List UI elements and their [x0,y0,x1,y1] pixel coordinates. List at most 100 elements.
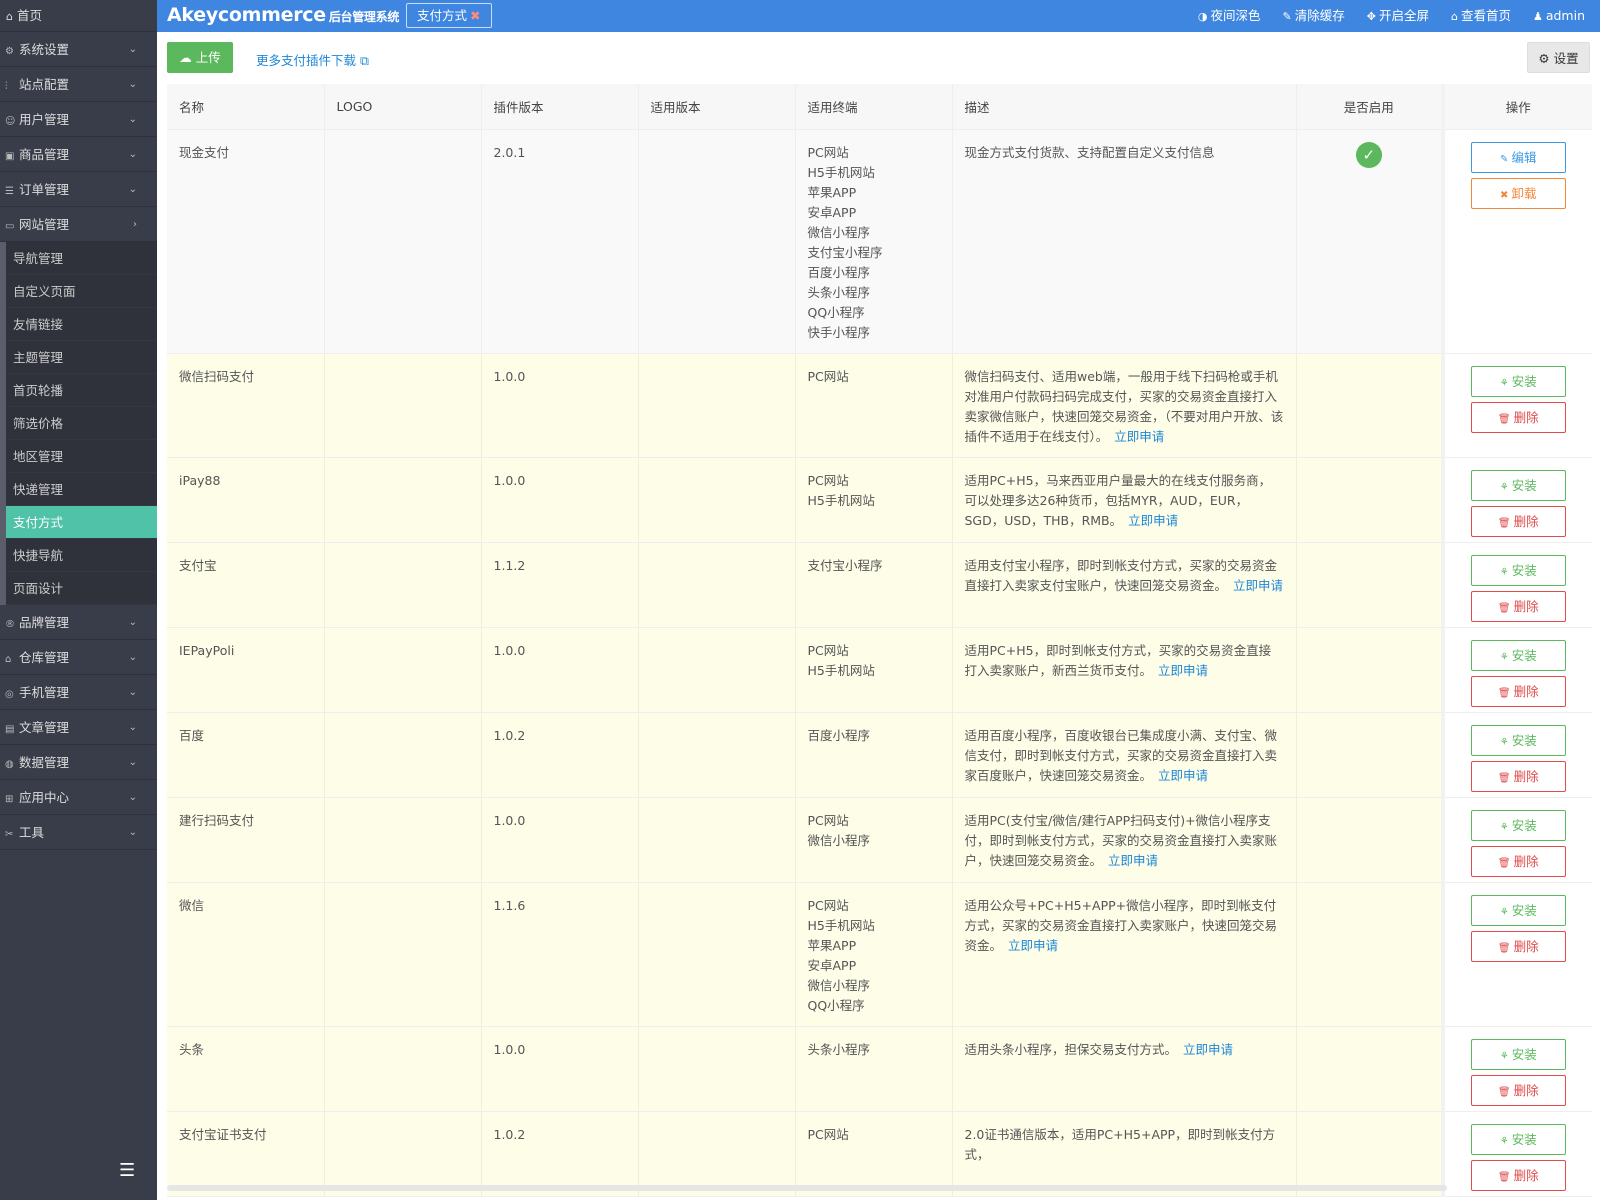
sidebar-item-apps[interactable]: ⊞ 应用中心 ⌄ [0,780,157,815]
sidebar: ⌂ 首页 ⚙ 系统设置 ⌄ ⫶ 站点配置 ⌄ ☺ 用户管理 ⌄ ▣ 商品管理 ⌄ ☰ 订单管理 ⌄ ▭ 网站管理… [0,0,157,1200]
brush-icon: ✎ [1282,10,1292,23]
sidebar-item-box[interactable]: ▣ 商品管理 ⌄ [0,137,157,172]
sidebar-subitem[interactable]: 快捷导航 [6,539,157,572]
more-plugins-link[interactable]: 更多支付插件下载 ⧉ [256,50,369,69]
delete-button[interactable]: 🗑 删除 [1470,1159,1566,1191]
apply-now-link[interactable]: 立即申请 [1158,768,1208,783]
sidebar-item-sliders[interactable]: ⫶ 站点配置 ⌄ [0,67,157,102]
sidebar-item-tools[interactable]: ✂ 工具 ⌄ [0,815,157,850]
sidebar-item-brand[interactable]: ® 品牌管理 ⌄ [0,605,157,640]
sidebar-subitem[interactable]: 友情链接 [6,308,157,341]
install-button[interactable]: ⚘ 安装 [1470,809,1566,841]
uninstall-button-label: 卸载 [1511,185,1537,201]
gear-icon: ⚙ [5,46,14,57]
plugin-name: 建行扫码支付 [167,797,325,883]
delete-button[interactable]: 🗑 删除 [1470,1074,1566,1106]
half-circle-icon: ◑ [1197,10,1208,23]
check-circle-icon[interactable]: ✓ [1355,141,1382,168]
horizontal-scrollbar[interactable] [167,1185,1447,1191]
apply-now-link[interactable]: 立即申请 [1008,938,1058,953]
apply-now-link[interactable]: 立即申请 [1108,853,1158,868]
chevron-down-icon: ⌄ [128,44,137,55]
header-link-home[interactable]: ⌂ 查看首页 [1451,0,1511,32]
install-button-label: 安装 [1511,477,1537,493]
home-icon: ⌂ [1450,10,1458,23]
edit-button[interactable]: ✎ 编辑 [1470,141,1566,173]
sidebar-subitem[interactable]: 支付方式 [6,506,157,539]
header-link-fullscreen[interactable]: ✥ 开启全屏 [1367,0,1429,32]
sidebar-item-website[interactable]: ▭ 网站管理 › [0,207,157,242]
install-button[interactable]: ⚘ 安装 [1470,1038,1566,1070]
sidebar-subitem[interactable]: 主题管理 [6,341,157,374]
sidebar-item-list[interactable]: ☰ 订单管理 ⌄ [0,172,157,207]
delete-button[interactable]: 🗑 删除 [1470,930,1566,962]
plugin-terminals: PC网站 H5手机网站 [795,627,953,713]
cubes-icon: ⚘ [1499,481,1509,493]
sidebar-item-gear[interactable]: ⚙ 系统设置 ⌄ [0,32,157,67]
brand-icon: ® [5,619,15,630]
external-link-icon: ⧉ [360,53,369,68]
header-link-brush[interactable]: ✎ 清除缓存 [1282,0,1344,32]
plugin-version: 2.0.1 [481,129,639,354]
plugin-logo [324,457,482,543]
sidebar-item-warehouse[interactable]: ⌂ 仓库管理 ⌄ [0,640,157,675]
install-button[interactable]: ⚘ 安装 [1470,469,1566,501]
sidebar-item-mobile[interactable]: ◎ 手机管理 ⌄ [0,675,157,710]
sidebar-item-article[interactable]: ▤ 文章管理 ⌄ [0,710,157,745]
delete-button[interactable]: 🗑 删除 [1470,675,1566,707]
delete-button[interactable]: 🗑 删除 [1470,760,1566,792]
apply-now-link[interactable]: 立即申请 [1114,429,1164,444]
install-button[interactable]: ⚘ 安装 [1470,365,1566,397]
install-button[interactable]: ⚘ 安装 [1470,894,1566,926]
settings-button[interactable]: ⚙ 设置 [1527,42,1590,73]
install-button[interactable]: ⚘ 安装 [1470,639,1566,671]
install-button[interactable]: ⚘ 安装 [1470,1123,1566,1155]
uninstall-button[interactable]: ✖ 卸载 [1470,177,1566,209]
cubes-icon: ⚘ [1499,736,1509,748]
delete-button-label: 删除 [1513,683,1539,699]
sidebar-subitem[interactable]: 筛选价格 [6,407,157,440]
collapse-menu-icon[interactable]: ☰ [119,1162,139,1180]
enabled-status [1296,457,1444,543]
sidebar-subitem[interactable]: 自定义页面 [6,275,157,308]
plugin-description: 适用PC+H5，即时到帐支付方式，买家的交易资金直接打入卖家账户，新西兰货币支付… [952,627,1297,713]
sidebar-item-user[interactable]: ☺ 用户管理 ⌄ [0,102,157,137]
table-row: 支付宝 1.1.2 支付宝小程序 适用支付宝小程序，即时到帐支付方式，买家的交易资金直… [167,542,1592,628]
terminal-item: 百度小程序 [807,264,871,280]
install-button-label: 安装 [1511,647,1537,663]
install-button[interactable]: ⚘ 安装 [1470,554,1566,586]
header-link-label: admin [1545,8,1585,23]
sidebar-subitem[interactable]: 地区管理 [6,440,157,473]
column-header: 适用版本 [638,84,796,130]
install-button[interactable]: ⚘ 安装 [1470,724,1566,756]
sidebar-subitem[interactable]: 页面设计 [6,572,157,605]
header-link-half-circle[interactable]: ◑ 夜间深色 [1198,0,1261,32]
gear-icon: ⚙ [1538,51,1550,66]
header-link-user[interactable]: ♟ admin [1533,0,1585,32]
description-text: 适用百度小程序，百度收银台已集成度小满、支付宝、微信支付，即时到帐支付方式，买家… [964,727,1278,783]
apply-now-link[interactable]: 立即申请 [1158,663,1208,678]
delete-button[interactable]: 🗑 删除 [1470,401,1566,433]
delete-button[interactable]: 🗑 删除 [1470,845,1566,877]
sidebar-item-database[interactable]: ◍ 数据管理 ⌄ [0,745,157,780]
plugin-description: 适用头条小程序，担保交易支付方式。 立即申请 [952,1026,1297,1112]
trash-icon: 🗑 [1497,1171,1511,1183]
brand-logo[interactable]: Akeycommerce 后台管理系统 [167,4,399,26]
apply-now-link[interactable]: 立即申请 [1128,513,1178,528]
terminal-item: 苹果APP [807,937,857,953]
upload-button[interactable]: ☁ 上传 [167,42,233,73]
sidebar-subitem[interactable]: 首页轮播 [6,374,157,407]
delete-button[interactable]: 🗑 删除 [1470,590,1566,622]
apply-now-link[interactable]: 立即申请 [1233,578,1283,593]
sidebar-subitem[interactable]: 快递管理 [6,473,157,506]
enabled-status [1296,712,1444,798]
delete-button[interactable]: 🗑 删除 [1470,505,1566,537]
sidebar-home[interactable]: ⌂ 首页 [0,0,157,32]
header-link-label: 开启全屏 [1378,8,1429,23]
tab-payment-methods[interactable]: 支付方式 ✖ [406,3,492,28]
close-icon[interactable]: ✖ [470,8,480,23]
apply-now-link[interactable]: 立即申请 [1183,1042,1233,1057]
sidebar-subitem[interactable]: 导航管理 [6,242,157,275]
sidebar-item-label: 文章管理 [19,720,70,735]
plugin-version: 1.0.2 [481,712,639,798]
